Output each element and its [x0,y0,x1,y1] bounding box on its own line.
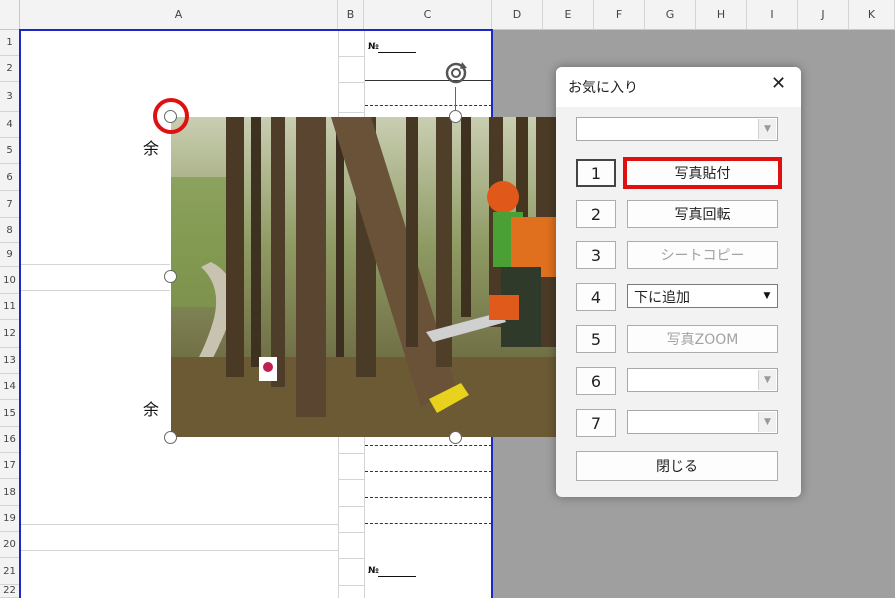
col-header-h[interactable]: H [696,0,747,30]
resize-handle-bottom-mid[interactable] [449,431,462,444]
row-header-19[interactable]: 19 [0,506,20,532]
row-header-11[interactable]: 11 [0,294,20,320]
row-header-17[interactable]: 17 [0,453,20,479]
highlight-circle [153,98,189,134]
resize-handle-bottom-left[interactable] [164,431,177,444]
resize-handle-mid-left[interactable] [164,270,177,283]
row-header-18[interactable]: 18 [0,479,20,506]
row-header-21[interactable]: 21 [0,558,20,585]
row-header-9[interactable]: 9 [0,243,20,267]
row-header-15[interactable]: 15 [0,400,20,427]
col-header-e[interactable]: E [543,0,594,30]
row-header-1[interactable]: 1 [0,30,20,56]
add-below-select-value: 下に追加 [634,290,690,306]
col-header-d[interactable]: D [492,0,543,30]
row-header-5[interactable]: 5 [0,138,20,164]
row-header-3[interactable]: 3 [0,82,20,112]
col-header-i[interactable]: I [747,0,798,30]
add-below-select[interactable]: 下に追加 ▼ [627,284,778,308]
row-header-14[interactable]: 14 [0,374,20,400]
favorites-combo[interactable]: ▼ [576,117,778,141]
chevron-down-icon[interactable]: ▼ [758,370,776,390]
paste-photo-button[interactable]: 写真貼付 [623,157,782,189]
row-header-22[interactable]: 22 [0,585,20,598]
forest-chainsaw-photo-icon [171,117,556,437]
row-header-10[interactable]: 10 [0,267,20,294]
photo-zoom-button[interactable]: 写真ZOOM [627,325,778,353]
select-all-corner[interactable] [0,0,20,30]
col-header-g[interactable]: G [645,0,696,30]
sheet-copy-button[interactable]: シートコピー [627,241,778,269]
option-combo-7[interactable]: ▼ [627,410,778,434]
col-header-k[interactable]: K [849,0,895,30]
col-header-c[interactable]: C [364,0,492,30]
row-header-16[interactable]: 16 [0,427,20,453]
number-button-4[interactable]: 4 [576,283,616,311]
rotate-handle-stem [455,87,456,111]
forest-photo[interactable] [171,117,556,437]
number-button-6[interactable]: 6 [576,367,616,395]
col-header-f[interactable]: F [594,0,645,30]
row-header-20[interactable]: 20 [0,532,20,558]
number-button-7[interactable]: 7 [576,409,616,437]
number-button-2[interactable]: 2 [576,200,616,228]
col-header-a[interactable]: A [20,0,338,30]
resize-handle-top-mid[interactable] [449,110,462,123]
row-header-4[interactable]: 4 [0,112,20,138]
row-header-8[interactable]: 8 [0,218,20,243]
row-header-6[interactable]: 6 [0,164,20,191]
rotate-photo-button[interactable]: 写真回転 [627,200,778,228]
col-header-j[interactable]: J [798,0,849,30]
col-header-b[interactable]: B [338,0,364,30]
close-icon[interactable]: ✕ [771,73,786,94]
chevron-down-icon[interactable]: ▼ [758,412,776,432]
excel-window: A B C D E F G H I J K 1 2 3 4 5 6 7 8 9 … [0,0,895,598]
number-button-3[interactable]: 3 [576,241,616,269]
rotate-icon[interactable] [443,60,469,86]
dialog-title: お気に入り [568,80,638,96]
favorites-dialog: お気に入り ✕ ▼ 1 写真貼付 2 写真回転 3 シートコピー 4 下に追加 … [556,67,801,497]
chevron-down-icon[interactable]: ▼ [758,286,776,306]
number-button-5[interactable]: 5 [576,325,616,353]
row-header-7[interactable]: 7 [0,191,20,218]
row-header-2[interactable]: 2 [0,56,20,82]
close-button[interactable]: 閉じる [576,451,778,481]
number-button-1[interactable]: 1 [576,159,616,187]
chevron-down-icon[interactable]: ▼ [758,119,776,139]
row-header-13[interactable]: 13 [0,348,20,374]
row-header-12[interactable]: 12 [0,320,20,348]
option-combo-6[interactable]: ▼ [627,368,778,392]
